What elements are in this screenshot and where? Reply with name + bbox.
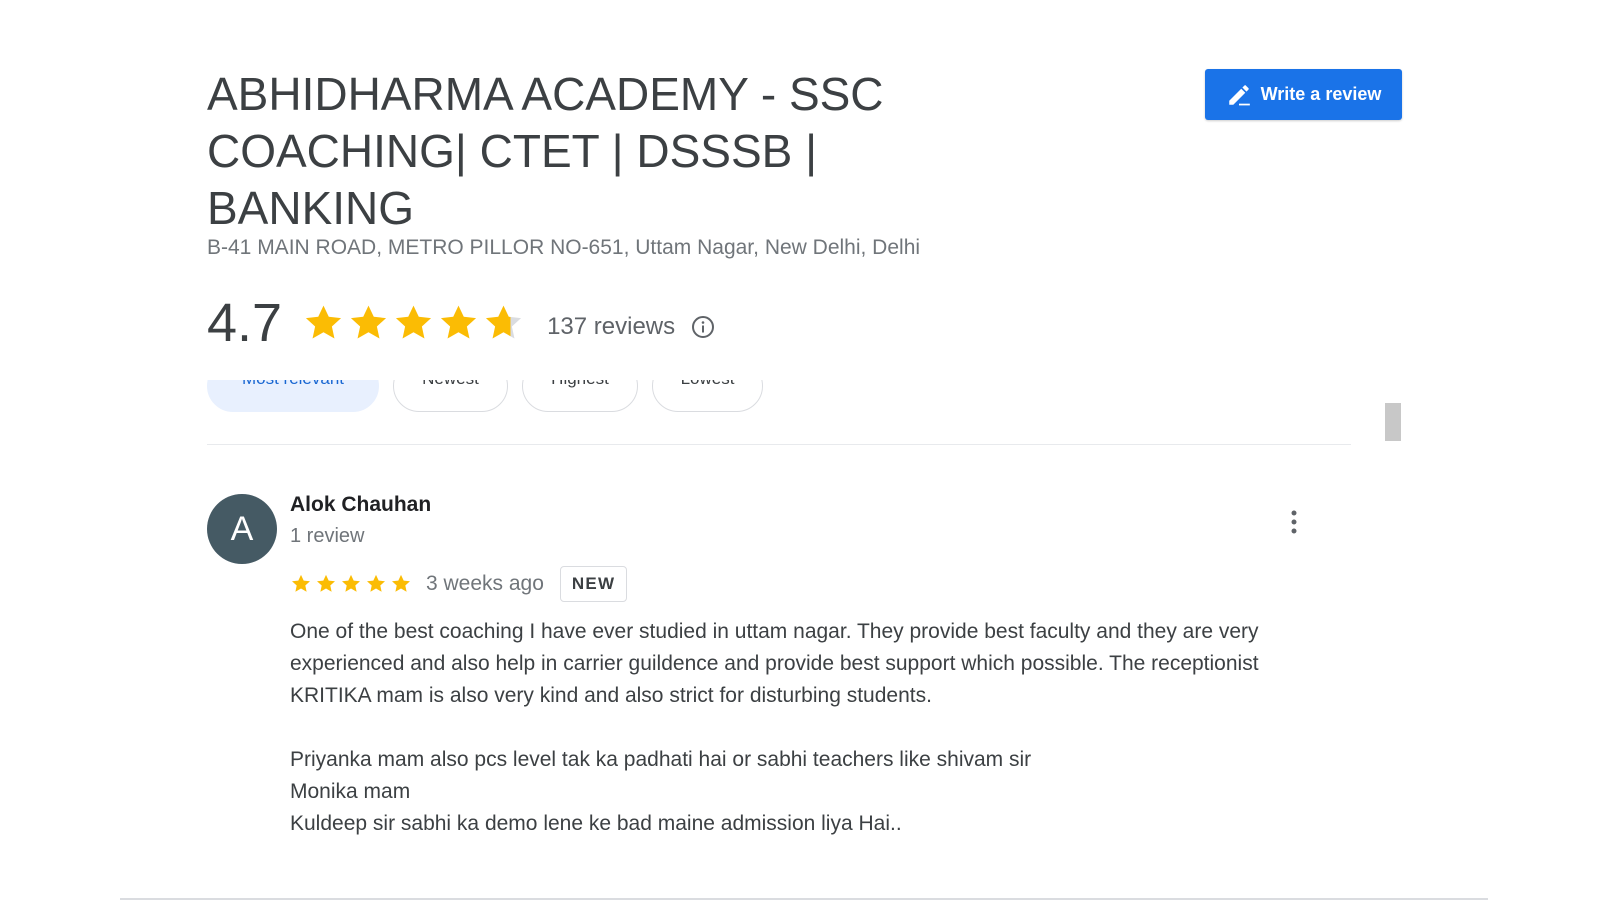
chip-highest[interactable]: Highest xyxy=(522,380,638,412)
rating-stars xyxy=(302,302,525,345)
review-text: One of the best coaching I have ever stu… xyxy=(290,616,1310,840)
review-paragraph: One of the best coaching I have ever stu… xyxy=(290,620,1259,707)
star-icon xyxy=(317,574,335,592)
review-paragraph: Priyanka mam also pcs level tak ka padha… xyxy=(290,748,1032,771)
place-title: ABHIDHARMA ACADEMY - SSC COACHING| CTET … xyxy=(207,68,884,234)
chip-newest[interactable]: Newest xyxy=(393,380,508,412)
chip-lowest[interactable]: Lowest xyxy=(652,380,763,412)
rating-summary: 4.7 137 reviews xyxy=(207,288,715,358)
pencil-icon xyxy=(1226,82,1252,108)
review-paragraph: Monika mam xyxy=(290,780,411,803)
star-icon xyxy=(306,305,342,339)
divider xyxy=(207,444,1351,445)
review-paragraph: Kuldeep sir sabhi ka demo lene ke bad ma… xyxy=(290,812,902,835)
star-icon xyxy=(342,574,360,592)
star-icon xyxy=(367,574,385,592)
star-icon xyxy=(486,305,522,339)
review-time: 3 weeks ago xyxy=(426,572,544,595)
chip-most-relevant[interactable]: Most relevant xyxy=(207,380,379,412)
star-icon xyxy=(392,574,410,592)
star-icon xyxy=(441,305,477,339)
info-icon[interactable] xyxy=(691,315,715,339)
write-review-button[interactable]: Write a review xyxy=(1205,69,1402,120)
scrollbar-thumb[interactable] xyxy=(1385,403,1401,441)
new-badge: NEW xyxy=(559,566,628,602)
place-address: B-41 MAIN ROAD, METRO PILLOR NO-651, Utt… xyxy=(207,236,921,259)
reviews-count-link[interactable]: 137 reviews xyxy=(547,313,675,341)
reviewer-name[interactable]: Alok Chauhan xyxy=(290,493,431,517)
write-review-label: Write a review xyxy=(1260,84,1382,104)
sort-chips: Most relevant Newest Highest Lowest xyxy=(207,380,807,412)
review-paragraph-gap xyxy=(290,712,1310,744)
more-vert-icon[interactable] xyxy=(1282,508,1306,536)
review-rating-row: 3 weeks ago NEW xyxy=(290,565,628,603)
reviewer-review-count: 1 review xyxy=(290,525,365,547)
star-icon xyxy=(292,574,310,592)
avatar[interactable]: A xyxy=(207,494,277,564)
avatar-letter: A xyxy=(230,509,254,548)
star-icon xyxy=(396,305,432,339)
rating-score: 4.7 xyxy=(207,293,283,353)
review-stars xyxy=(290,573,412,595)
star-icon xyxy=(351,305,387,339)
